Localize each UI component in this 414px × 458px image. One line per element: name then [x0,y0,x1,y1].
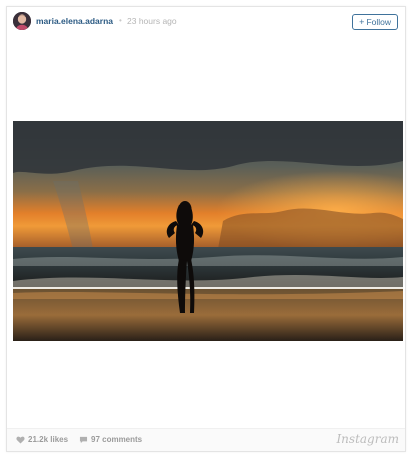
likes-count[interactable]: 21.2k likes [16,435,68,444]
follow-label: Follow [366,17,391,27]
username-link[interactable]: maria.elena.adarna [36,16,113,26]
avatar[interactable] [13,12,31,30]
plus-icon: + [359,17,365,27]
instagram-logo[interactable]: Instagram [336,432,399,446]
post-footer: 21.2k likes 97 comments Instagram [7,428,405,451]
post-photo[interactable] [13,121,403,341]
heart-icon [16,436,25,444]
speech-bubble-icon [79,436,88,443]
follow-button[interactable]: + Follow [352,14,398,30]
post-timestamp[interactable]: 23 hours ago [127,16,177,26]
instagram-embed-card: maria.elena.adarna • 23 hours ago + Foll… [6,6,406,452]
likes-label: 21.2k likes [28,435,69,444]
post-header: maria.elena.adarna • 23 hours ago + Foll… [7,7,405,35]
comments-count[interactable]: 97 comments [79,435,142,444]
comments-label: 97 comments [91,435,143,444]
separator-dot: • [119,16,122,25]
